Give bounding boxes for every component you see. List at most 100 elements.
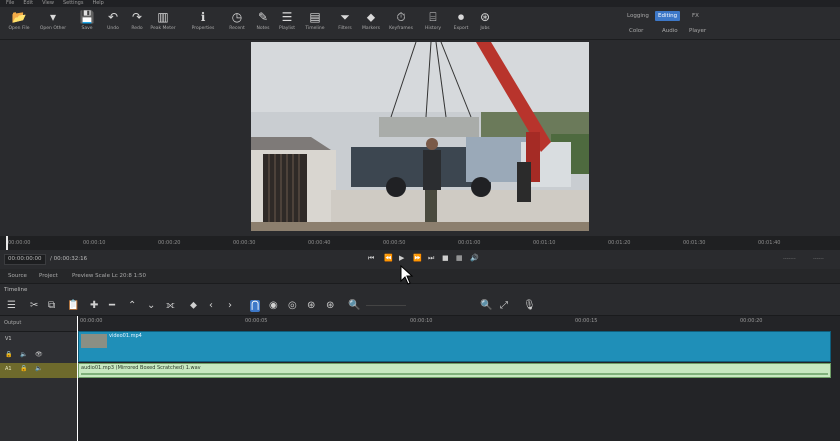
mute-icon[interactable]: 🔈 (35, 365, 42, 372)
open-other-button[interactable]: ▾ Open Other (38, 9, 68, 37)
split-icon[interactable]: ⟗ (166, 300, 175, 312)
marker-icon[interactable]: ⬥ (190, 300, 197, 312)
zoom-slider-track[interactable] (366, 305, 406, 306)
layout-editing[interactable]: Editing (655, 11, 681, 21)
transport-bar: 00:00:00:00 / 00:00:32:16 ⏮ ⏪ ▶ ⏩ ⏭ ■ ▦ … (0, 250, 840, 268)
skip-to-end-icon[interactable]: ⏭ (428, 254, 434, 263)
timeline-button[interactable]: ▤ Timeline (300, 9, 330, 37)
ruler-tick-label: 00:00:00 (8, 240, 31, 246)
toolbar-button-label: Jobs (480, 26, 490, 31)
ruler-tick-label: 00:00:20 (158, 240, 181, 246)
ripple-markers-icon[interactable]: ⊛ (326, 300, 334, 312)
volume-slider[interactable]: ------ (813, 256, 824, 262)
snap-icon[interactable]: ⋂ (250, 300, 261, 312)
playlist-icon: ☰ (281, 10, 293, 24)
overwrite-icon[interactable]: ⌄ (147, 300, 155, 312)
history-button[interactable]: ⌸ History (418, 9, 448, 37)
playlist-button[interactable]: ☰ Playlist (272, 9, 302, 37)
ruler-tick-label: 00:00:10 (83, 240, 106, 246)
markers-button[interactable]: ⬥ Markers (356, 9, 386, 37)
video-clip[interactable]: video01.mp4 (78, 331, 831, 362)
video-frame (251, 42, 589, 231)
ripple-all-icon[interactable]: ⊛ (307, 300, 315, 312)
skip-to-start-icon[interactable]: ⏮ (368, 254, 374, 263)
timeline-panel-header: Timeline (0, 284, 840, 297)
keyframes-icon: ⏱ (396, 10, 406, 24)
duration-timecode: / 00:00:32:16 (50, 256, 88, 262)
tab-project[interactable]: Project (35, 271, 62, 281)
timeline-playhead[interactable] (77, 316, 78, 441)
paste-icon[interactable]: 📋 (67, 300, 79, 312)
jobs-button[interactable]: ⊛ Jobs (470, 9, 500, 37)
fast-forward-icon[interactable]: ⏩ (413, 254, 422, 262)
tab-preview-scale[interactable]: Preview Scale Lc 20:8 1:50 (68, 271, 150, 281)
tab-source[interactable]: Source (4, 271, 31, 281)
position-timecode[interactable]: 00:00:00:00 (4, 254, 46, 265)
toolbar-button-label: Keyframes (389, 26, 413, 31)
lock-icon[interactable]: 🔒 (20, 365, 27, 372)
cut-icon[interactable]: ✂ (30, 300, 38, 312)
toolbar-button-label: Open File (8, 26, 30, 31)
layout-audio[interactable]: Audio (659, 26, 681, 36)
audio-waveform (81, 373, 828, 375)
timeline-ruler-tick: 00:00:10 (410, 318, 433, 324)
viewer-ruler[interactable]: 00:00:00 00:00:10 00:00:20 00:00:30 00:00:40… (0, 236, 840, 250)
hide-icon[interactable]: 👁 (35, 351, 43, 358)
ruler-tick-label: 00:01:30 (683, 240, 706, 246)
menu-file[interactable]: File (6, 0, 14, 7)
menu-view[interactable]: View (42, 0, 54, 7)
peak-meter-button[interactable]: ▥ Peak Meter (148, 9, 178, 37)
keyframes-button[interactable]: ⏱ Keyframes (386, 9, 416, 37)
mute-icon[interactable]: 🔈 (20, 351, 27, 358)
menu-icon[interactable]: ☰ (7, 300, 16, 312)
layout-fx[interactable]: FX (689, 11, 702, 21)
zoom-slider[interactable]: ------- (783, 256, 796, 262)
open-file-icon: 📂 (11, 10, 27, 24)
lift-icon[interactable]: ⌃ (128, 300, 136, 312)
layout-color[interactable]: Color (626, 26, 646, 36)
timeline-ruler-tick: 00:00:05 (245, 318, 268, 324)
track-v1-header[interactable]: V1 🔒 🔈 👁 (0, 331, 78, 363)
track-headers: Output V1 🔒 🔈 👁 A1 🔒 🔈 (0, 316, 78, 441)
ripple-icon[interactable]: ◎ (288, 300, 297, 312)
timeline-ruler-tick: 00:00:15 (575, 318, 598, 324)
stop-icon[interactable]: ■ (442, 254, 449, 262)
append-icon[interactable]: ✚ (90, 300, 98, 312)
remove-icon[interactable]: ━ (109, 300, 115, 312)
zoom-fit-icon[interactable]: ⤢ (500, 300, 508, 312)
menu-bar: File Edit View Settings Help (0, 0, 840, 7)
track-output: Output (4, 320, 22, 326)
grid-icon[interactable]: ▦ (456, 254, 463, 262)
menu-edit[interactable]: Edit (23, 0, 33, 7)
construction-scene-image (251, 42, 589, 231)
next-marker-icon[interactable]: › (228, 300, 232, 312)
zoom-in-icon[interactable]: 🔍 (480, 300, 492, 312)
menu-settings[interactable]: Settings (63, 0, 84, 7)
lock-icon[interactable]: 🔒 (5, 351, 12, 358)
timeline-ruler-tick: 00:00:20 (740, 318, 763, 324)
prev-marker-icon[interactable]: ‹ (209, 300, 213, 312)
properties-button[interactable]: ℹ Properties (188, 9, 218, 37)
layout-player[interactable]: Player (686, 26, 709, 36)
toolbar-button-label: Open Other (39, 26, 67, 31)
open-file-button[interactable]: 📂 Open File (4, 9, 34, 37)
volume-icon[interactable]: 🔊 (470, 254, 479, 262)
toolbar-button-label: History (424, 26, 441, 31)
layout-logging[interactable]: Logging (624, 11, 652, 21)
ruler-tick-label: 00:00:40 (308, 240, 331, 246)
menu-help[interactable]: Help (92, 0, 103, 7)
history-icon: ⌸ (429, 10, 437, 24)
record-audio-icon[interactable]: 🎙 (523, 300, 536, 312)
audio-clip[interactable]: audio01.mp3 (Mirrored Boxed Scratched) 1… (78, 363, 831, 378)
ruler-tick-label: 00:01:40 (758, 240, 781, 246)
source-project-tabs: Source Project Preview Scale Lc 20:8 1:5… (0, 269, 840, 284)
rewind-icon[interactable]: ⏪ (384, 254, 393, 262)
main-toolbar: 📂 Open File ▾ Open Other 💾 Save ↶ Undo ↷ Redo ▥ Pea… (0, 7, 840, 40)
ruler-tick-label: 00:01:20 (608, 240, 631, 246)
play-icon[interactable]: ▶ (399, 254, 404, 262)
scrub-icon[interactable]: ◉ (269, 300, 278, 312)
track-a1-header[interactable]: A1 🔒 🔈 (0, 363, 78, 378)
clip-thumbnail (81, 334, 107, 348)
copy-icon[interactable]: ⧉ (48, 300, 55, 312)
zoom-out-icon[interactable]: 🔍 (348, 300, 360, 312)
